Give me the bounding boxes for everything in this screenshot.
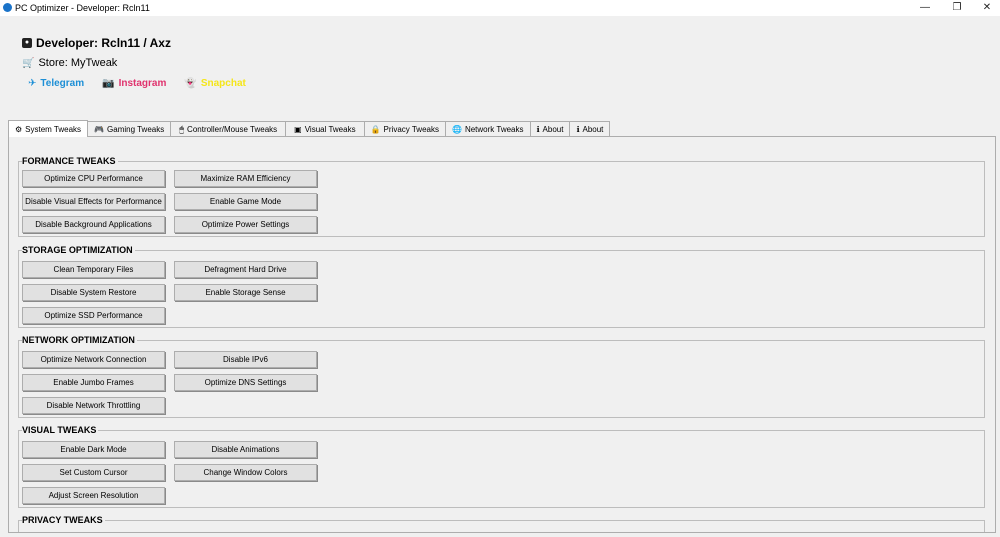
tab-controller-mouse-tweaks[interactable]: 🖱 Controller/Mouse Tweaks (170, 121, 287, 137)
enable-game-mode-button[interactable]: Enable Game Mode (174, 193, 317, 210)
telegram-link[interactable]: ✈ Telegram (28, 78, 84, 89)
performance-title: FORMANCE TWEAKS (22, 156, 118, 166)
camera-icon: 📷 (102, 78, 115, 89)
instagram-label: Instagram (118, 78, 167, 89)
tab-label: About (542, 125, 564, 134)
disable-animations-button[interactable]: Disable Animations (174, 441, 317, 458)
ghost-icon: 👻 (184, 78, 197, 89)
info-icon: ℹ (576, 125, 580, 134)
privacy-group: PRIVACY TWEAKS (18, 515, 985, 532)
maximize-ram-button[interactable]: Maximize RAM Efficiency (174, 170, 317, 187)
mouse-icon: 🖱 (179, 124, 185, 134)
tab-label: Network Tweaks (464, 125, 524, 134)
snapchat-link[interactable]: 👻 Snapchat (184, 78, 245, 89)
set-custom-cursor-button[interactable]: Set Custom Cursor (22, 464, 165, 481)
title-bar: PC Optimizer - Developer: Rcln11 — ❐ ✕ (0, 0, 1000, 16)
enable-storage-sense-button[interactable]: Enable Storage Sense (174, 284, 317, 301)
adjust-screen-resolution-button[interactable]: Adjust Screen Resolution (22, 487, 165, 504)
visual-title: VISUAL TWEAKS (22, 425, 99, 435)
optimize-cpu-button[interactable]: Optimize CPU Performance (22, 170, 165, 187)
privacy-title: PRIVACY TWEAKS (22, 515, 105, 525)
developer-line: ● Developer: Rcln11 / Axz (22, 36, 171, 50)
store-label: Store: MyTweak (38, 57, 118, 69)
snapchat-label: Snapchat (200, 78, 246, 89)
close-button[interactable]: ✕ (972, 1, 1000, 15)
social-links: ✈ Telegram 📷 Instagram 👻 Snapchat (28, 78, 246, 89)
enable-jumbo-frames-button[interactable]: Enable Jumbo Frames (22, 374, 165, 391)
enable-dark-mode-button[interactable]: Enable Dark Mode (22, 441, 165, 458)
info-icon: ℹ (536, 125, 540, 134)
disable-visual-effects-button[interactable]: Disable Visual Effects for Performance (22, 193, 165, 210)
network-title: NETWORK OPTIMIZATION (22, 335, 137, 345)
tab-label: Privacy Tweaks (383, 125, 439, 134)
gear-icon: ⚙ (15, 124, 23, 134)
cart-icon: 🛒 (22, 57, 35, 69)
tab-label: Gaming Tweaks (107, 125, 165, 134)
window-title: PC Optimizer - Developer: Rcln11 (15, 3, 150, 13)
network-group: NETWORK OPTIMIZATION Optimize Network Co… (18, 335, 985, 418)
telegram-label: Telegram (40, 78, 85, 89)
visual-group: VISUAL TWEAKS Enable Dark Mode Disable A… (18, 425, 985, 508)
tab-label: Visual Tweaks (304, 125, 356, 134)
tab-about[interactable]: ℹ About (529, 121, 571, 137)
storage-title: STORAGE OPTIMIZATION (22, 245, 135, 255)
gamepad-icon: 🎮 (94, 125, 105, 134)
app-icon (3, 3, 12, 12)
optimize-dns-button[interactable]: Optimize DNS Settings (174, 374, 317, 391)
disable-system-restore-button[interactable]: Disable System Restore (22, 284, 165, 301)
tab-gaming-tweaks[interactable]: 🎮 Gaming Tweaks (87, 121, 172, 137)
tab-privacy-tweaks[interactable]: 🔒 Privacy Tweaks (363, 121, 446, 137)
disable-network-throttling-button[interactable]: Disable Network Throttling (22, 397, 165, 414)
developer-label: Developer: Rcln11 / Axz (36, 36, 171, 50)
clean-temp-files-button[interactable]: Clean Temporary Files (22, 261, 165, 278)
developer-icon: ● (22, 38, 32, 48)
storage-group: STORAGE OPTIMIZATION Clean Temporary Fil… (18, 245, 985, 328)
change-window-colors-button[interactable]: Change Window Colors (174, 464, 317, 481)
paper-plane-icon: ✈ (28, 78, 37, 89)
performance-group: FORMANCE TWEAKS Optimize CPU Performance… (18, 156, 985, 237)
optimize-network-button[interactable]: Optimize Network Connection (22, 351, 165, 368)
monitor-icon: ▣ (294, 125, 302, 134)
tab-label: Controller/Mouse Tweaks (187, 125, 278, 134)
minimize-button[interactable]: — (910, 1, 940, 15)
store-line: 🛒 Store: MyTweak (22, 57, 117, 69)
disable-background-apps-button[interactable]: Disable Background Applications (22, 216, 165, 233)
tab-label: System Tweaks (25, 124, 82, 134)
tab-system-tweaks[interactable]: ⚙ System Tweaks (8, 120, 89, 137)
tab-bar: ⚙ System Tweaks 🎮 Gaming Tweaks 🖱 Contro… (8, 120, 611, 137)
app-header: ● Developer: Rcln11 / Axz 🛒 Store: MyTwe… (22, 36, 246, 89)
tab-about-2[interactable]: ℹ About (569, 121, 611, 137)
lock-icon: 🔒 (370, 125, 381, 134)
maximize-button[interactable]: ❐ (942, 1, 972, 15)
tab-network-tweaks[interactable]: 🌐 Network Tweaks (444, 121, 531, 137)
tab-label: About (582, 125, 604, 134)
tab-visual-tweaks[interactable]: ▣ Visual Tweaks (285, 121, 365, 137)
globe-icon: 🌐 (451, 125, 462, 134)
disable-ipv6-button[interactable]: Disable IPv6 (174, 351, 317, 368)
optimize-ssd-button[interactable]: Optimize SSD Performance (22, 307, 165, 324)
instagram-link[interactable]: 📷 Instagram (102, 78, 166, 89)
defragment-button[interactable]: Defragment Hard Drive (174, 261, 317, 278)
system-tweaks-panel: FORMANCE TWEAKS Optimize CPU Performance… (8, 136, 996, 533)
optimize-power-button[interactable]: Optimize Power Settings (174, 216, 317, 233)
